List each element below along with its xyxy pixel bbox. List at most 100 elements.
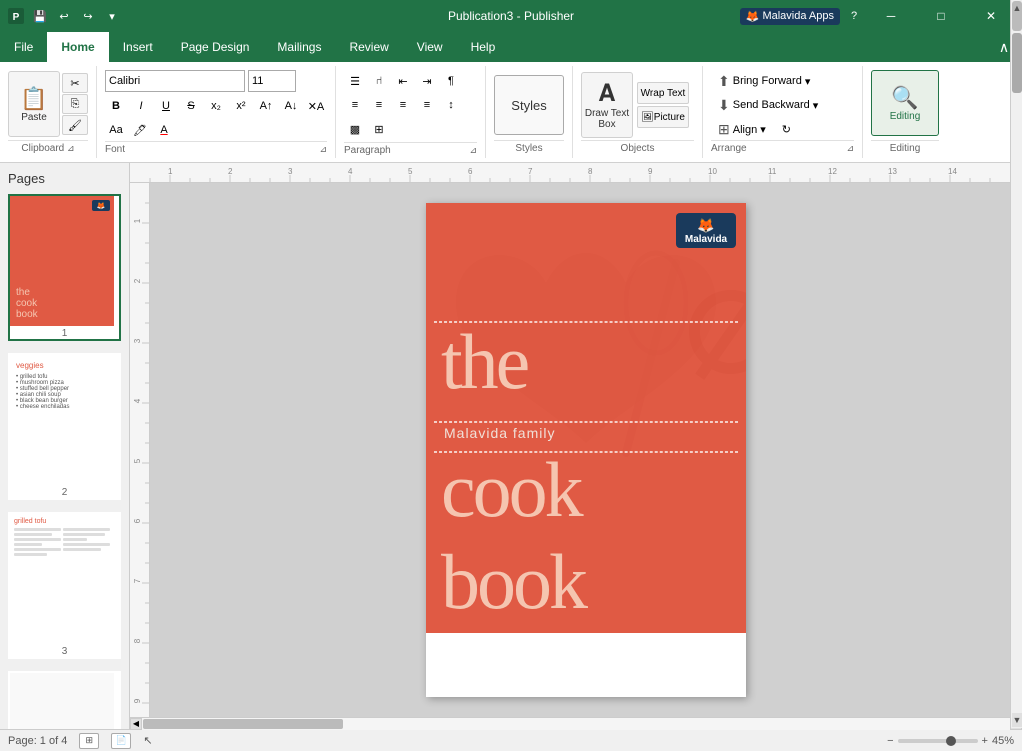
show-hide-button[interactable]: ¶: [440, 70, 462, 92]
arrange-label-text: Arrange: [711, 143, 747, 154]
zoom-out-button[interactable]: −: [887, 735, 893, 747]
help-button[interactable]: ?: [844, 6, 864, 26]
paragraph-dialog-launcher[interactable]: ⊿: [469, 145, 477, 156]
tab-home[interactable]: Home: [47, 32, 108, 62]
malavida-icon: 🦊: [746, 10, 760, 23]
copy-button[interactable]: ⎘: [62, 94, 88, 114]
paste-button[interactable]: 📋 Paste: [8, 71, 60, 137]
change-case-button[interactable]: Aa: [105, 119, 127, 141]
svg-text:9: 9: [133, 698, 142, 703]
bullets-button[interactable]: ☰: [344, 70, 366, 92]
tab-page-design[interactable]: Page Design: [167, 32, 264, 62]
send-backward-dropdown[interactable]: ▾: [813, 99, 819, 112]
canvas-area[interactable]: ⌀ 🦊 Malavida: [150, 183, 1022, 717]
horizontal-scrollbar-thumb[interactable]: [143, 719, 343, 729]
tab-help[interactable]: Help: [457, 32, 510, 62]
rotate-button[interactable]: ↻: [775, 118, 798, 140]
page-thumbnail-1[interactable]: 🦊 thecookbook 1: [8, 194, 121, 341]
svg-text:12: 12: [828, 167, 837, 176]
bring-forward-dropdown[interactable]: ▾: [805, 75, 811, 88]
clipboard-dialog-launcher[interactable]: ⊿: [67, 143, 75, 153]
format-painter-button[interactable]: 🖌: [62, 115, 88, 135]
cover-family-text[interactable]: Malavida family: [444, 425, 555, 441]
font-family-input[interactable]: [105, 70, 245, 92]
tab-mailings[interactable]: Mailings: [263, 32, 335, 62]
send-backward-button[interactable]: ⬇ Send Backward ▾: [711, 94, 825, 116]
tab-view[interactable]: View: [403, 32, 457, 62]
page-num-3: 3: [10, 646, 119, 657]
arrange-dialog-launcher[interactable]: ⊿: [846, 143, 854, 154]
minimize-button[interactable]: ─: [868, 0, 914, 32]
page-thumbnail-4[interactable]: [8, 671, 121, 729]
svg-text:1: 1: [168, 167, 173, 176]
bring-forward-button[interactable]: ⬆ Bring Forward ▾: [711, 70, 817, 92]
increase-indent-button[interactable]: ⇥: [416, 70, 438, 92]
scrollbar-down-button[interactable]: ▼: [1012, 713, 1022, 717]
statusbar-left: Page: 1 of 4 ⊞ 📄 ↖: [8, 733, 153, 749]
italic-button[interactable]: I: [130, 95, 152, 117]
decrease-indent-button[interactable]: ⇤: [392, 70, 414, 92]
draw-text-box-label: Draw Text Box: [582, 108, 632, 130]
font-dialog-launcher[interactable]: ⊿: [319, 144, 327, 155]
align-center-button[interactable]: ≡: [368, 94, 390, 116]
font-size-input[interactable]: [248, 70, 296, 92]
ruler-container: 1 2 3 4 5 6 7 8 9 10 11 12 13 14: [130, 163, 1022, 729]
arrange-group: ⬆ Bring Forward ▾ ⬇ Send Backward ▾ ⊞: [703, 66, 863, 158]
numbering-button[interactable]: ⑁: [368, 70, 390, 92]
text-highlight-button[interactable]: 🖊: [129, 119, 151, 141]
editing-button[interactable]: 🔍 Editing: [871, 70, 939, 136]
editing-label-text: Editing: [890, 111, 921, 122]
tab-review[interactable]: Review: [335, 32, 402, 62]
editing-group: 🔍 Editing Editing: [863, 66, 947, 158]
thumb2-title: veggies: [16, 361, 108, 370]
vertical-scrollbar[interactable]: ▲ ▼: [1010, 183, 1022, 717]
view-page-button[interactable]: 📄: [111, 733, 131, 749]
page-thumbnail-2[interactable]: veggies • grilled tofu • mushroom pizza …: [8, 353, 121, 500]
cover-text-the[interactable]: the: [441, 323, 527, 401]
zoom-slider[interactable]: [898, 739, 978, 743]
maximize-button[interactable]: □: [918, 0, 964, 32]
svg-text:5: 5: [133, 458, 142, 463]
svg-text:P: P: [13, 12, 20, 23]
tab-file[interactable]: File: [0, 32, 47, 62]
undo-button[interactable]: ↩: [54, 6, 74, 26]
picture-button[interactable]: 🖼 Picture: [637, 106, 689, 128]
align-left-button[interactable]: ≡: [344, 94, 366, 116]
close-button[interactable]: ✕: [968, 0, 1014, 32]
clear-formatting-button[interactable]: ✕A: [305, 95, 327, 117]
cover-text-book[interactable]: book: [441, 543, 585, 621]
justify-button[interactable]: ≡: [416, 94, 438, 116]
subscript-button[interactable]: x₂: [205, 95, 227, 117]
font-color-button[interactable]: A: [153, 119, 175, 141]
editing-icon: 🔍: [891, 85, 918, 111]
borders-button[interactable]: ⊞: [368, 118, 390, 140]
decrease-font-size-button[interactable]: A↓: [280, 95, 302, 117]
view-normal-button[interactable]: ⊞: [79, 733, 99, 749]
zoom-slider-thumb[interactable]: [946, 736, 956, 746]
bold-button[interactable]: B: [105, 95, 127, 117]
qs-dropdown[interactable]: ▾: [102, 6, 122, 26]
clipboard-small-buttons: ✂ ⎘ 🖌: [62, 73, 88, 135]
content-area: 1 2 3 4 5 6 7 8 9 ⌀: [130, 183, 1022, 717]
save-button[interactable]: 💾: [30, 6, 50, 26]
superscript-button[interactable]: x²: [230, 95, 252, 117]
tab-insert[interactable]: Insert: [109, 32, 167, 62]
page-thumbnail-3[interactable]: grilled tofu: [8, 512, 121, 659]
cut-button[interactable]: ✂: [62, 73, 88, 93]
align-button[interactable]: ⊞ Align ▾: [711, 118, 773, 140]
wrap-text-button[interactable]: Wrap Text: [637, 82, 689, 104]
styles-gallery[interactable]: Styles: [494, 75, 564, 135]
increase-font-size-button[interactable]: A↑: [255, 95, 277, 117]
svg-text:11: 11: [768, 167, 777, 176]
svg-text:8: 8: [588, 167, 593, 176]
line-spacing-button[interactable]: ↕: [440, 94, 462, 116]
draw-text-box-button[interactable]: 𝐀 Draw Text Box: [581, 72, 633, 138]
cover-text-cook[interactable]: cook: [441, 451, 581, 529]
shading-button[interactable]: ▩: [344, 118, 366, 140]
zoom-in-button[interactable]: +: [982, 735, 988, 747]
strikethrough-button[interactable]: S: [180, 95, 202, 117]
underline-button[interactable]: U: [155, 95, 177, 117]
redo-button[interactable]: ↪: [78, 6, 98, 26]
align-right-button[interactable]: ≡: [392, 94, 414, 116]
svg-text:14: 14: [948, 167, 957, 176]
